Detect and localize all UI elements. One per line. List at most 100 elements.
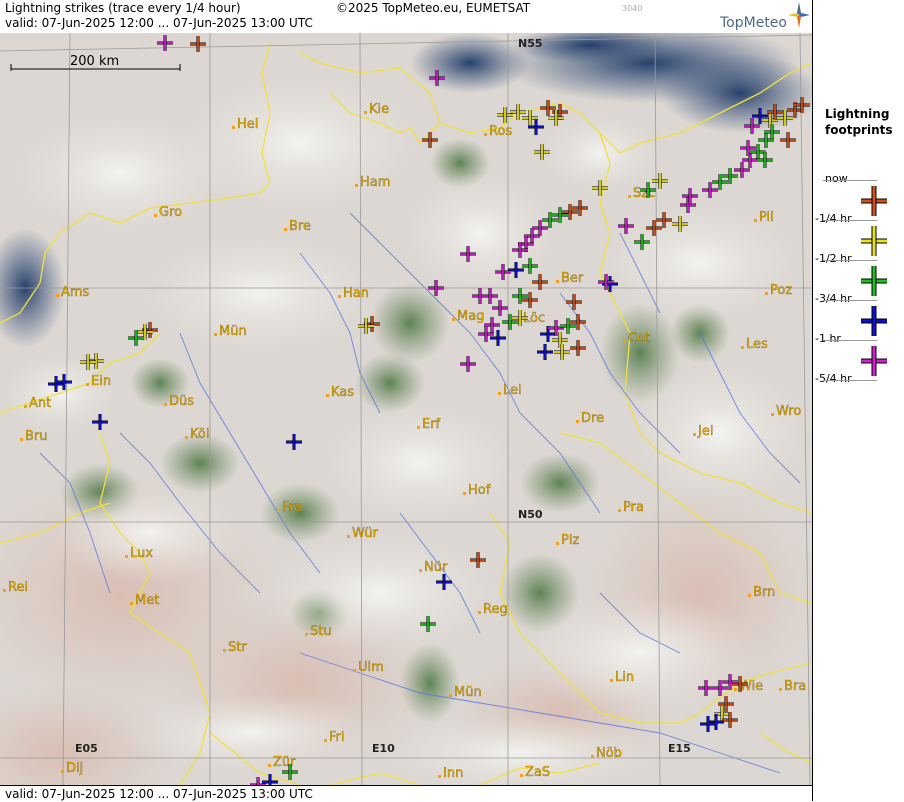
- city-dot: [355, 184, 358, 187]
- city-dot: [449, 694, 452, 697]
- city-dot: [154, 214, 157, 217]
- grid-label-e10: E10: [372, 742, 395, 755]
- city-label: Kas: [331, 385, 354, 400]
- city-dot: [556, 542, 559, 545]
- city-dot: [765, 292, 768, 295]
- city-dot: [86, 383, 89, 386]
- city-dot: [223, 649, 226, 652]
- city-label: Rei: [8, 580, 28, 595]
- city-label: Lei: [503, 383, 522, 398]
- grid-label-e15: E15: [668, 742, 691, 755]
- legend-label: -3/4 hr: [815, 292, 852, 305]
- city-label: ZaS: [525, 765, 550, 780]
- map-area[interactable]: 200 km N55 N50 E05 E10 E15 Hel Kie Ros Ham Szc Gr…: [0, 33, 812, 785]
- legend-cross-icon: [861, 266, 887, 296]
- legend-cross-icon: [861, 226, 887, 256]
- city-dot: [463, 492, 466, 495]
- city-label: Erf: [422, 417, 441, 432]
- footer-bar: valid: 07-Jun-2025 12:00 ... 07-Jun-2025…: [0, 785, 812, 802]
- city-label: Poz: [770, 283, 792, 298]
- city-dot: [693, 433, 696, 436]
- city-label: Fri: [329, 730, 345, 745]
- city-dot: [498, 392, 501, 395]
- city-dot: [353, 669, 356, 672]
- city-label: Dre: [581, 411, 604, 426]
- city-label: Wür: [352, 526, 379, 541]
- city-label: Lux: [130, 546, 153, 561]
- city-label: Düs: [169, 394, 194, 409]
- legend-title: Lightning footprints: [825, 107, 893, 137]
- city-dot: [185, 436, 188, 439]
- city-label: Pra: [623, 500, 644, 515]
- city-dot: [56, 294, 59, 297]
- city-dot: [20, 438, 23, 441]
- city-dot: [326, 394, 329, 397]
- city-dot: [305, 633, 308, 636]
- city-dot: [618, 509, 621, 512]
- brand-name: TopMeteo: [720, 15, 787, 31]
- legend-panel: Lightning footprints now -1/4 hr -1/2 hr -3…: [812, 0, 904, 801]
- city-label: Köl: [190, 427, 209, 442]
- city-label: Ein: [91, 374, 111, 389]
- city-label: Wro: [776, 404, 801, 419]
- legend-divider: [823, 220, 877, 221]
- city-dot: [3, 589, 6, 592]
- city-dot: [130, 602, 133, 605]
- city-dot: [438, 775, 441, 778]
- city-label: Kie: [369, 102, 389, 117]
- legend-divider: [823, 180, 877, 181]
- city-label: Mag: [457, 309, 484, 324]
- city-label: Zür: [273, 755, 296, 770]
- city-label: Bre: [289, 219, 311, 234]
- city-dot: [591, 755, 594, 758]
- city-label: Les: [746, 337, 768, 352]
- legend-label: -5/4 hr: [815, 372, 852, 385]
- lightning-map-page: Lightning strikes (trace every 1/4 hour)…: [0, 0, 904, 802]
- legend-cross-icon: [861, 186, 887, 216]
- city-label: Ulm: [358, 660, 384, 675]
- map-title: Lightning strikes (trace every 1/4 hour): [5, 1, 241, 15]
- city-dot: [214, 333, 217, 336]
- city-label: Ams: [61, 285, 90, 300]
- city-dot: [771, 413, 774, 416]
- grid-label-e05: E05: [75, 742, 98, 755]
- city-dot: [623, 340, 626, 343]
- city-dot: [419, 569, 422, 572]
- city-dot: [754, 219, 757, 222]
- legend-label: -1/4 hr: [815, 212, 852, 225]
- map-canvas: 200 km N55 N50 E05 E10 E15 Hel Kie Ros Ham Szc Gr…: [0, 33, 812, 785]
- city-dot: [277, 509, 280, 512]
- city-dot: [452, 318, 455, 321]
- valid-time: valid: 07-Jun-2025 12:00 ... 07-Jun-2025…: [5, 16, 313, 30]
- city-label: Mün: [219, 324, 247, 339]
- city-label: Gro: [159, 205, 182, 220]
- city-label: Nöb: [596, 746, 622, 761]
- legend-divider: [823, 260, 877, 261]
- city-dot: [347, 535, 350, 538]
- compass-logo-icon: [788, 2, 810, 28]
- legend-label: now: [825, 172, 848, 185]
- city-dot: [232, 126, 235, 129]
- city-label: Plz: [561, 533, 579, 548]
- city-label: Met: [135, 593, 159, 608]
- city-label: Lin: [615, 670, 634, 685]
- city-dot: [268, 764, 271, 767]
- legend-label: -1/2 hr: [815, 252, 852, 265]
- copyright: ©2025 TopMeteo.eu, EUMETSAT: [336, 1, 531, 15]
- city-dot: [125, 555, 128, 558]
- legend-label: -1 hr: [815, 332, 841, 345]
- city-label: Hel: [237, 117, 258, 132]
- scale-label: 200 km: [70, 54, 119, 69]
- city-dot: [338, 295, 341, 298]
- city-dot: [628, 195, 631, 198]
- city-dot: [284, 228, 287, 231]
- legend-divider: [823, 300, 877, 301]
- city-dot: [417, 426, 420, 429]
- city-dot: [520, 774, 523, 777]
- city-label: Ber: [561, 271, 584, 286]
- grid-label-n50: N50: [518, 508, 543, 521]
- city-label: Mün: [454, 685, 482, 700]
- city-label: Dij: [66, 761, 83, 776]
- image-code: 3040: [622, 4, 643, 13]
- city-dot: [478, 611, 481, 614]
